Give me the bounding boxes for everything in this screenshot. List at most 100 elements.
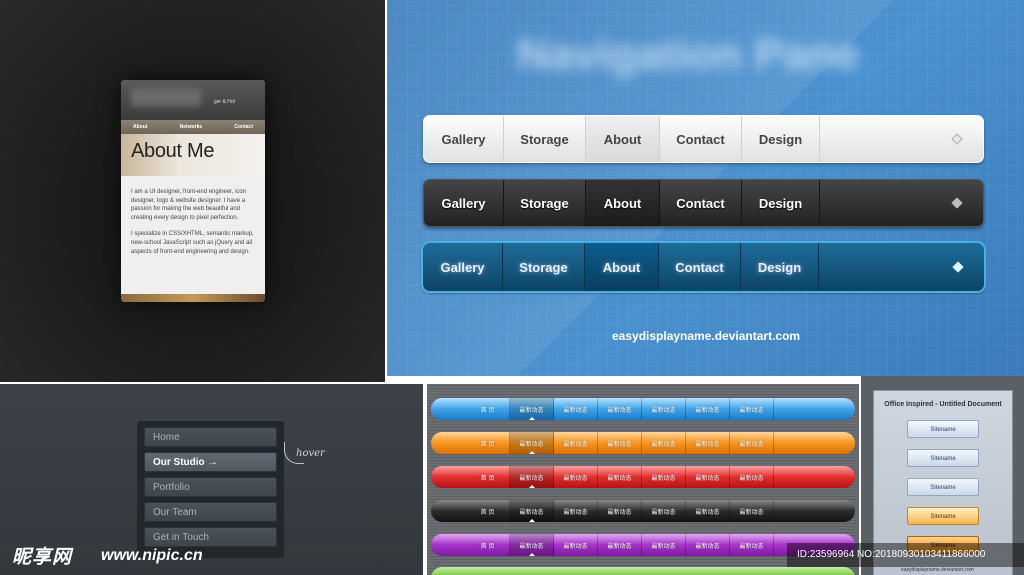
menu-item-get-in-touch[interactable]: Get in Touch [144,527,277,547]
watermark-url: www.nipic.cn [101,547,203,564]
pill-item[interactable]: 最新动态 [554,398,598,420]
deviantart-credit: easydisplayname.deviantart.com [612,329,801,343]
menu-item-home[interactable]: Home [144,427,277,447]
navigation-pane-title: Navigation Pane [517,30,860,79]
diamond-icon[interactable] [951,197,963,209]
nav-dark-contact[interactable]: Contact [660,180,742,226]
nav-light-storage[interactable]: Storage [504,116,586,162]
pill-item[interactable]: 最新动态 [730,466,774,488]
pill-item[interactable]: 最新动态 [554,534,598,556]
pill-item[interactable]: 最新动态 [730,398,774,420]
pill-item[interactable]: 最新动态 [642,466,686,488]
nav-dark-design[interactable]: Design [742,180,820,226]
menu-item-our-studio-label: Our Studio [153,457,205,468]
navbar-blue: Gallery Storage About Contact Design [423,243,984,291]
nav-light-about[interactable]: About [586,116,660,162]
navbar-light: Gallery Storage About Contact Design [423,115,984,163]
about-paragraph-2: I specialize in CSS/XHTML, semantic mark… [131,231,254,255]
about-nav-about[interactable]: About [133,124,147,130]
nav-light-design[interactable]: Design [742,116,820,162]
nav-blue-about[interactable]: About [585,243,659,291]
nav-blue-contact[interactable]: Contact [659,243,741,291]
pill-item[interactable]: 最新动态 [686,466,730,488]
pill-item[interactable]: 最新动态 [686,398,730,420]
nav-dark-about[interactable]: About [586,180,660,226]
office-button[interactable]: Sitename [907,478,979,496]
pill-item[interactable]: 最新动态 [510,534,554,556]
arrow-right-icon: → [207,457,218,468]
pill-item[interactable]: 最新动态 [730,534,774,556]
blurred-logo [131,88,201,106]
pill-item[interactable]: 最新动态 [598,466,642,488]
pill-item[interactable]: 最新动态 [642,398,686,420]
pill-item[interactable]: 最新动态 [686,500,730,522]
pill-item-home[interactable]: 首 页 [466,500,510,522]
nav-light-spacer [820,116,983,162]
navbar-blue-pill: 首 页 最新动态 最新动态 最新动态 最新动态 最新动态 最新动态 [431,398,855,420]
pill-item[interactable]: 最新动态 [686,534,730,556]
about-panel: ger & Hot About Networks Contact About M… [0,0,385,382]
pill-item[interactable]: 最新动态 [554,500,598,522]
pill-item[interactable]: 最新动态 [554,466,598,488]
nav-dark-spacer [820,180,983,226]
pill-item[interactable]: 最新动态 [510,466,554,488]
nav-light-contact[interactable]: Contact [660,116,742,162]
pill-item[interactable]: 最新动态 [642,432,686,454]
nav-blue-storage[interactable]: Storage [503,243,585,291]
hover-annotation: hover [296,448,325,459]
pill-item[interactable]: 最新动态 [642,534,686,556]
pill-item-home[interactable]: 首 页 [466,398,510,420]
pill-item[interactable]: 最新动态 [730,500,774,522]
office-button[interactable]: Sitename [907,420,979,438]
about-footer-strip [121,294,265,302]
pill-item[interactable]: 最新动态 [642,500,686,522]
nav-blue-design[interactable]: Design [741,243,819,291]
pill-item-home[interactable]: 首 页 [466,466,510,488]
about-tagline: ger & Hot [213,99,235,105]
about-heading: About Me [131,140,215,162]
navbar-dark: Gallery Storage About Contact Design [423,179,984,227]
navbar-green-pill [431,567,855,575]
about-nav-networks[interactable]: Networks [180,124,203,130]
pill-item[interactable]: 最新动态 [510,398,554,420]
about-body: I am a UI designer, front-end engineer, … [121,176,265,294]
nav-dark-storage[interactable]: Storage [504,180,586,226]
pill-item[interactable]: 最新动态 [730,432,774,454]
nav-blue-gallery[interactable]: Gallery [423,243,503,291]
nav-light-gallery[interactable]: Gallery [424,116,504,162]
navbar-black-pill: 首 页 最新动态 最新动态 最新动态 最新动态 最新动态 最新动态 [431,500,855,522]
pill-item[interactable]: 最新动态 [598,432,642,454]
navigation-pane-panel: Navigation Pane Gallery Storage About Co… [387,0,1024,376]
watermark-logo: 昵享网 [12,547,73,568]
pill-item-home[interactable]: 首 页 [466,432,510,454]
about-paragraph-1: I am a UI designer, front-end engineer, … [131,189,247,221]
about-nav-contact[interactable]: Contact [234,124,253,130]
about-hero: About Me [121,134,265,176]
pill-item[interactable]: 最新动态 [510,432,554,454]
pill-item-home[interactable]: 首 页 [466,534,510,556]
vertical-menu-panel: Home Our Studio → Portfolio Our Team Get … [0,384,423,575]
pill-item[interactable]: 最新动态 [598,398,642,420]
pill-item[interactable]: 最新动态 [554,432,598,454]
pill-item[interactable]: 最新动态 [598,534,642,556]
about-nav: About Networks Contact [121,120,265,134]
menu-item-our-studio[interactable]: Our Studio → [144,452,277,472]
navbar-red-pill: 首 页 最新动态 最新动态 最新动态 最新动态 最新动态 最新动态 [431,466,855,488]
navbar-orange-pill: 首 页 最新动态 最新动态 最新动态 最新动态 最新动态 最新动态 [431,432,855,454]
pill-item[interactable]: 最新动态 [598,500,642,522]
office-button[interactable]: Sitename [907,449,979,467]
nav-blue-spacer [819,243,984,291]
office-button-hover[interactable]: Sitename [907,507,979,525]
image-id-strip: ID:23596964 NO:20180930103411866000 [787,543,1024,567]
office-credit: easydisplayname.deviantart.com [901,567,974,573]
about-card-header: ger & Hot [121,80,265,120]
pill-item[interactable]: 最新动态 [686,432,730,454]
menu-item-portfolio[interactable]: Portfolio [144,477,277,497]
pill-item[interactable]: 最新动态 [510,500,554,522]
diamond-icon[interactable] [952,261,964,273]
vertical-menu: Home Our Studio → Portfolio Our Team Get … [137,421,284,558]
diamond-icon[interactable] [951,133,963,145]
nav-dark-gallery[interactable]: Gallery [424,180,504,226]
menu-item-our-team[interactable]: Our Team [144,502,277,522]
office-title: Office Inspired - Untitled Document [884,401,1002,408]
